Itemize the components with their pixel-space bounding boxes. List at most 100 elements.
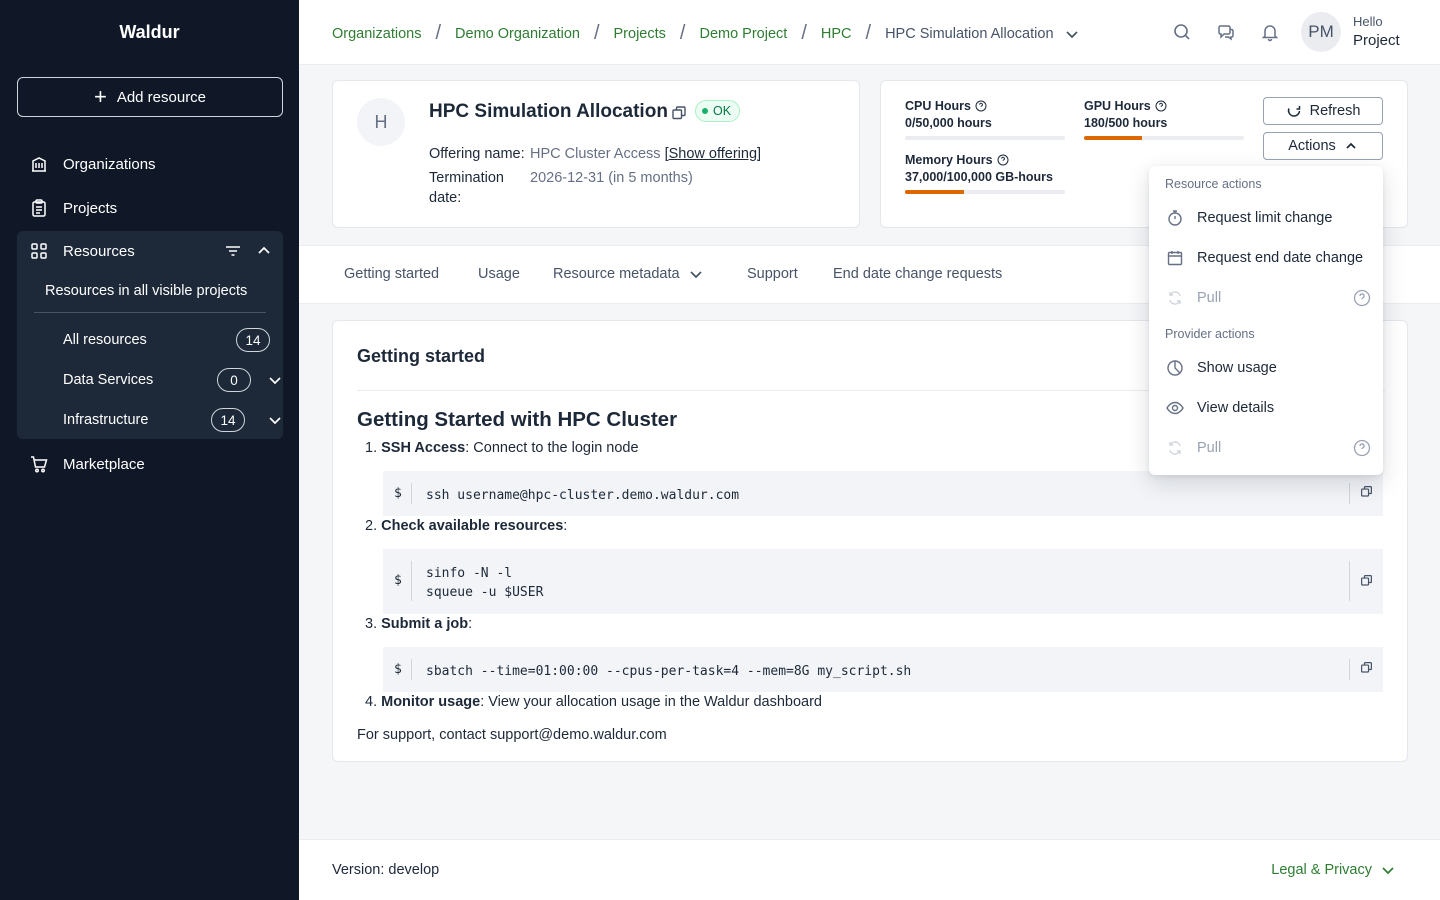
- sidebar-item-projects[interactable]: Projects: [17, 188, 283, 228]
- filter-icon[interactable]: [223, 241, 243, 261]
- menu-item-label: Request limit change: [1197, 210, 1333, 226]
- resource-summary-card: H HPC Simulation Allocation OK Offering …: [332, 80, 860, 228]
- code-divider: [1349, 561, 1350, 601]
- copy-icon[interactable]: [671, 105, 687, 121]
- menu-item-pull-provider[interactable]: Pull: [1165, 433, 1371, 463]
- menu-item-label: Pull: [1197, 290, 1222, 306]
- progress-fill: [1084, 136, 1142, 140]
- sidebar-item-organizations[interactable]: Organizations: [17, 144, 283, 184]
- quota-memory-hours: Memory Hours 37,000/100,000 GB-hours: [905, 153, 1065, 194]
- code-text[interactable]: ssh username@hpc-cluster.demo.waldur.com: [426, 486, 739, 505]
- chevron-down-icon[interactable]: [267, 412, 283, 428]
- greeting: Hello: [1353, 14, 1383, 29]
- grid-icon: [31, 243, 47, 259]
- progress-fill: [905, 190, 965, 194]
- chevron-up-icon[interactable]: [255, 242, 273, 260]
- list-item-text: : View your allocation usage in the Wald…: [480, 694, 822, 710]
- code-block: $ ssh username@hpc-cluster.demo.waldur.c…: [383, 471, 1383, 516]
- sidebar-item-resources[interactable]: Resources: [17, 231, 283, 271]
- actions-button[interactable]: Actions: [1263, 132, 1383, 160]
- code-block: $ sinfo -N -l squeue -u $USER: [383, 549, 1383, 614]
- help-icon[interactable]: [1353, 439, 1371, 457]
- help-icon[interactable]: [1353, 289, 1371, 307]
- bell-icon[interactable]: [1260, 22, 1280, 42]
- breadcrumb-separator: /: [865, 22, 872, 44]
- sidebar-item-label: Data Services: [63, 372, 154, 388]
- avatar[interactable]: PM: [1301, 12, 1341, 52]
- help-icon[interactable]: [1155, 100, 1167, 112]
- copy-icon[interactable]: [1360, 574, 1373, 587]
- offering-value: HPC Cluster Access [Show offering]: [530, 146, 761, 162]
- termination-label: Termination: [429, 170, 504, 186]
- top-bar: Organizations / Demo Organization / Proj…: [299, 0, 1440, 65]
- code-text[interactable]: sbatch --time=01:00:00 --cpus-per-task=4…: [426, 662, 911, 681]
- sidebar-item-all-resources[interactable]: All resources 14: [63, 325, 273, 355]
- sidebar-item-infrastructure[interactable]: Infrastructure 14: [63, 405, 281, 435]
- brand-logo[interactable]: Waldur: [0, 22, 299, 43]
- chat-icon[interactable]: [1216, 22, 1236, 42]
- list-item: 4. Monitor usage: View your allocation u…: [365, 694, 822, 710]
- breadcrumb: Organizations / Demo Organization / Proj…: [332, 22, 1080, 45]
- chevron-down-icon[interactable]: [267, 372, 283, 388]
- sidebar-item-label: All resources: [63, 332, 147, 348]
- refresh-label: Refresh: [1309, 103, 1361, 119]
- breadcrumb-projects[interactable]: Projects: [614, 26, 666, 42]
- menu-item-show-usage[interactable]: Show usage: [1165, 353, 1371, 383]
- breadcrumb-separator: /: [435, 22, 442, 44]
- calendar-icon: [1167, 251, 1183, 266]
- list-item-bold: SSH Access: [381, 440, 466, 456]
- breadcrumb-demo-project[interactable]: Demo Project: [699, 26, 787, 42]
- breadcrumb-organizations[interactable]: Organizations: [332, 26, 421, 42]
- sidebar-item-label: Infrastructure: [63, 412, 149, 428]
- legal-privacy-link[interactable]: Legal & Privacy: [1271, 862, 1396, 878]
- chevron-down-icon[interactable]: [1064, 26, 1080, 42]
- menu-item-pull[interactable]: Pull: [1165, 283, 1371, 313]
- menu-item-label: View details: [1197, 400, 1275, 416]
- refresh-button[interactable]: Refresh: [1263, 97, 1383, 125]
- progress-bar: [905, 136, 1065, 140]
- tab-resource-metadata[interactable]: Resource metadata: [553, 266, 704, 282]
- top-icons: [1172, 22, 1280, 42]
- help-icon[interactable]: [997, 154, 1009, 166]
- chevron-up-icon: [1346, 142, 1356, 149]
- sidebar-item-label: Organizations: [63, 155, 156, 173]
- menu-item-view-details[interactable]: View details: [1165, 393, 1371, 423]
- plus-icon: +: [93, 84, 107, 109]
- code-divider: [411, 659, 412, 680]
- doc-heading: Getting Started with HPC Cluster: [357, 408, 678, 431]
- progress-bar: [1084, 136, 1244, 140]
- tab-getting-started[interactable]: Getting started: [344, 266, 439, 282]
- menu-item-request-limit-change[interactable]: Request limit change: [1165, 203, 1371, 233]
- breadcrumb-hpc[interactable]: HPC: [821, 26, 852, 42]
- progress-bar: [905, 190, 1065, 194]
- code-block: $ sbatch --time=01:00:00 --cpus-per-task…: [383, 647, 1383, 692]
- breadcrumb-demo-organization[interactable]: Demo Organization: [455, 26, 580, 42]
- show-offering-link[interactable]: [Show offering]: [665, 146, 761, 162]
- menu-item-request-end-date-change[interactable]: Request end date change: [1165, 243, 1371, 273]
- tab-end-date-change-requests[interactable]: End date change requests: [833, 266, 1002, 282]
- sidebar-item-data-services[interactable]: Data Services 0: [63, 365, 281, 395]
- list-item-bold: Monitor usage: [381, 694, 481, 710]
- menu-item-label: Pull: [1197, 440, 1222, 456]
- search-icon[interactable]: [1172, 22, 1192, 42]
- copy-icon[interactable]: [1360, 485, 1373, 498]
- menu-item-label: Show usage: [1197, 360, 1277, 376]
- copy-icon[interactable]: [1360, 661, 1373, 674]
- tab-usage[interactable]: Usage: [478, 266, 520, 282]
- breadcrumb-separator: /: [593, 22, 600, 44]
- quota-value: 37,000/100,000 GB-hours: [905, 170, 1053, 184]
- add-resource-button[interactable]: + Add resource: [17, 77, 283, 117]
- quota-value: 180/500 hours: [1084, 116, 1168, 130]
- sidebar-item-label: Resources: [63, 242, 135, 260]
- sidebar-item-marketplace[interactable]: Marketplace: [17, 444, 283, 484]
- code-text[interactable]: sinfo -N -l squeue -u $USER: [426, 564, 543, 602]
- code-prompt: $: [394, 486, 402, 501]
- tab-support[interactable]: Support: [747, 266, 798, 282]
- eye-icon: [1166, 401, 1184, 415]
- divider: [34, 312, 266, 313]
- resource-avatar: H: [357, 98, 405, 146]
- help-icon[interactable]: [975, 100, 987, 112]
- user-name[interactable]: Project: [1353, 32, 1400, 49]
- code-prompt: $: [394, 662, 402, 677]
- termination-value: 2026-12-31 (in 5 months): [530, 170, 693, 186]
